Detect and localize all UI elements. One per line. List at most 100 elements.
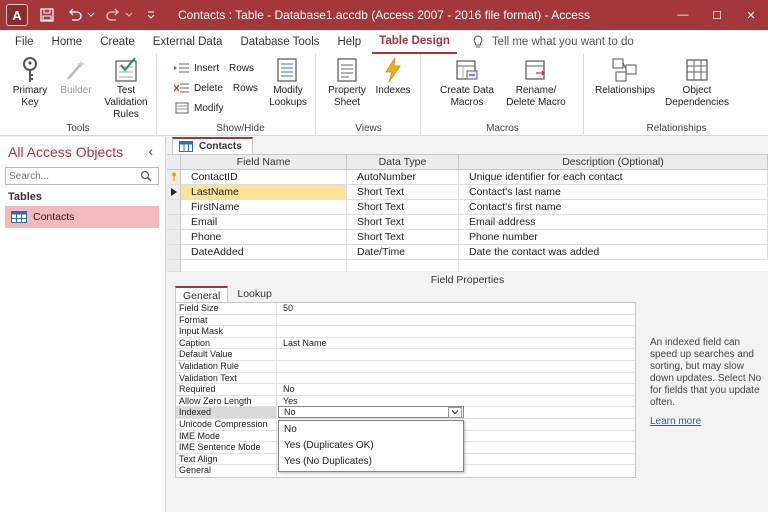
property-row-indexed[interactable]: Indexed No [176,406,635,419]
show-hide-group-label: Show/Hide [216,123,265,134]
title-bar: A Contacts : Table - Database1.accdb (Ac… [0,0,768,30]
chevron-down-icon[interactable] [448,407,462,419]
field-grid: Field Name Data Type Description (Option… [167,154,768,272]
row-selector[interactable] [167,215,181,230]
relationships-button[interactable]: Relationships [595,56,655,97]
table-row[interactable]: ContactID AutoNumber Unique identifier f… [167,170,768,185]
nav-search-input[interactable] [6,170,140,182]
row-selector[interactable] [167,200,181,215]
current-row-arrow-icon[interactable] [167,185,181,200]
navigation-pane: All Access Objects ‹ Tables Contacts [0,137,166,512]
tell-me-box[interactable]: Tell me what you want to do [471,35,634,49]
table-row[interactable]: LastName Short Text Contact's last name [167,185,768,200]
undo-icon[interactable] [64,4,86,26]
header-data-type: Data Type [347,155,459,170]
search-icon [140,170,152,182]
grid-corner[interactable] [167,155,181,170]
table-row[interactable]: DateAdded Date/Time Date the contact was… [167,245,768,260]
tab-home[interactable]: Home [45,30,90,54]
nav-item-contacts[interactable]: Contacts [5,206,159,228]
save-icon[interactable] [36,4,58,26]
tab-file[interactable]: File [8,30,41,54]
wand-icon [63,56,89,84]
indexed-select[interactable]: No [278,406,464,419]
ribbon: Primary Key Builder Test Validation Rule… [0,54,768,136]
header-description: Description (Optional) [459,155,768,170]
macros-group: Create Data Macros Rename/ Delete Macro … [422,54,584,136]
key-icon [17,56,43,84]
minimize-button[interactable]: — [666,0,700,30]
property-sheet-icon [334,56,360,84]
insert-rows-icon [174,61,190,75]
table-row[interactable]: Phone Short Text Phone number [167,230,768,245]
property-row[interactable]: Field Size 50 [176,303,635,315]
maximize-button[interactable]: ☐ [700,0,734,30]
validation-check-icon [113,56,139,84]
lightbulb-icon [473,35,483,48]
dropdown-option-duplicates-ok[interactable]: Yes (Duplicates OK) [279,438,463,453]
tell-me-text: Tell me what you want to do [491,36,634,48]
tab-database-tools[interactable]: Database Tools [233,30,326,54]
access-logo-icon: A [6,4,28,26]
field-properties-title: Field Properties [430,274,505,286]
tab-help[interactable]: Help [331,30,369,54]
property-row[interactable]: Input Mask [176,326,635,338]
indexes-button[interactable]: Indexes [371,56,415,97]
tab-lookup[interactable]: Lookup [230,286,278,302]
create-data-macros-button[interactable]: Create Data Macros [436,56,498,109]
doc-tab-label: Contacts [199,141,242,152]
row-selector[interactable] [167,260,181,272]
tab-create[interactable]: Create [93,30,142,54]
table-icon [179,141,193,152]
rename-delete-macro-button[interactable]: Rename/ Delete Macro [504,56,568,109]
tab-external-data[interactable]: External Data [146,30,230,54]
data-macro-icon [454,56,480,84]
nav-search-box [5,167,159,185]
primary-key-button[interactable]: Primary Key [10,56,50,109]
row-selector[interactable] [167,245,181,260]
table-row[interactable]: FirstName Short Text Contact's first nam… [167,200,768,215]
show-hide-group: Insert Rows Delete Rows Modify Modify Lo… [166,54,316,136]
property-sheet-button[interactable]: Property Sheet [325,56,369,109]
dropdown-option-no-duplicates[interactable]: Yes (No Duplicates) [279,454,463,469]
modify-button[interactable]: Modify [174,101,223,115]
delete-rows-icon [174,81,190,95]
delete-rows-button[interactable]: Delete Rows [174,81,258,95]
views-group-label: Views [355,123,382,134]
primary-key-row-icon[interactable] [167,170,181,185]
customize-quick-access-icon[interactable] [140,4,162,26]
table-row[interactable]: Email Short Text Email address [167,215,768,230]
redo-icon[interactable] [102,4,124,26]
property-row[interactable]: Format [176,314,635,327]
relationships-group: Relationships Object Dependencies Relati… [585,54,768,136]
header-field-name: Field Name [181,155,347,170]
property-row[interactable]: Validation Text [176,372,635,385]
tab-general[interactable]: General [175,286,229,302]
relationships-group-label: Relationships [646,123,707,134]
insert-rows-button[interactable]: Insert Rows [174,61,254,75]
builder-button[interactable]: Builder [56,56,96,97]
row-selector[interactable] [167,230,181,245]
property-row[interactable]: Required No [176,384,635,396]
collapse-nav-icon[interactable]: ‹ [148,143,153,159]
dependencies-icon [684,56,710,84]
object-dependencies-button[interactable]: Object Dependencies [665,56,729,109]
dropdown-option-no[interactable]: No [279,422,463,437]
learn-more-link[interactable]: Learn more [650,416,701,427]
nav-item-label: Contacts [33,211,75,223]
modify-icon [174,101,190,115]
table-row[interactable] [167,260,768,272]
doc-tab-contacts[interactable]: Contacts [172,137,253,154]
property-row[interactable]: Default Value [176,349,635,361]
tab-table-design[interactable]: Table Design [372,30,457,54]
redo-dropdown-icon[interactable] [124,4,134,26]
property-help-text: An indexed field can speed up searches a… [650,337,762,408]
undo-dropdown-icon[interactable] [86,4,96,26]
nav-section-tables[interactable]: Tables [8,191,42,203]
property-row[interactable]: Validation Rule [176,361,635,373]
property-row[interactable]: Caption Last Name [176,337,635,350]
modify-lookups-button[interactable]: Modify Lookups [264,56,312,109]
close-button[interactable]: ✕ [734,0,768,30]
nav-pane-title[interactable]: All Access Objects [8,144,123,160]
test-validation-rules-button[interactable]: Test Validation Rules [100,56,152,121]
